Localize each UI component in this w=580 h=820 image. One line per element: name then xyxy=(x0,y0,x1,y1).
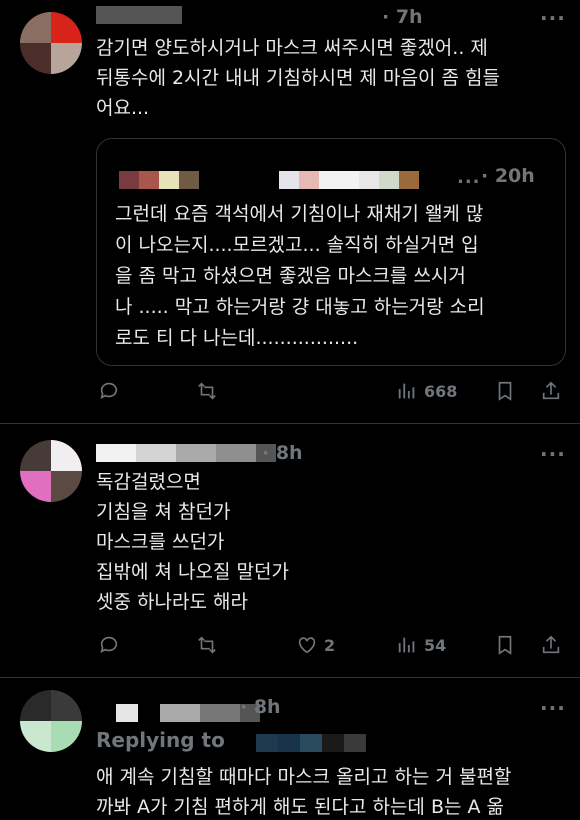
retweet-button[interactable] xyxy=(196,380,218,402)
quoted-more-icon[interactable]: ... xyxy=(457,167,481,188)
tweet-text: 독감걸렸으면 기침을 쳐 참던가 마스크를 쓰던가 집밖에 쳐 나오질 말던가 … xyxy=(96,471,289,613)
views-count: 668 xyxy=(424,381,458,401)
views-count: 54 xyxy=(424,635,447,655)
retweet-icon xyxy=(198,382,216,400)
share-icon xyxy=(542,381,560,400)
views-button[interactable]: 54 xyxy=(396,634,446,656)
share-icon xyxy=(542,635,560,654)
avatar[interactable] xyxy=(20,12,82,74)
views-button[interactable]: 668 xyxy=(396,380,457,402)
username-censored xyxy=(96,6,182,24)
quoted-tweet[interactable]: ... · 20h 그런데 요즘 객석에서 기침이나 재채기 왤케 많 이 나오… xyxy=(96,138,566,366)
tweet-3[interactable]: · 8h ··· Replying to 애 계속 기침할 때마다 마스크 올리… xyxy=(0,678,580,820)
timestamp[interactable]: · 8h xyxy=(262,442,303,464)
share-button[interactable] xyxy=(540,634,562,656)
tweet-actions: 668 xyxy=(96,378,568,406)
more-icon[interactable]: ··· xyxy=(540,696,566,720)
avatar[interactable] xyxy=(20,440,82,502)
bookmark-icon xyxy=(498,635,512,655)
username-censored xyxy=(116,704,260,722)
timestamp[interactable]: · 7h xyxy=(382,6,423,28)
reply-icon xyxy=(100,636,118,653)
reply-button[interactable] xyxy=(98,634,120,656)
more-icon[interactable]: ··· xyxy=(540,442,566,466)
like-count: 2 xyxy=(324,635,336,655)
share-button[interactable] xyxy=(540,380,562,402)
retweet-button[interactable] xyxy=(196,634,218,656)
tweet-1[interactable]: · 7h ··· 감기면 양도하시거나 마스크 써주시면 좋겠어.. 제 뒤통수… xyxy=(0,0,580,420)
more-icon[interactable]: ··· xyxy=(540,6,566,30)
retweet-icon xyxy=(198,636,216,654)
tweet-text: 애 계속 기침할 때마다 마스크 올리고 하는 거 불편할 까봐 A가 기침 편… xyxy=(96,766,512,818)
tweet-2[interactable]: · 8h ··· 독감걸렸으면 기침을 쳐 참던가 마스크를 쓰던가 집밖에 쳐… xyxy=(0,424,580,676)
tweet-text: 감기면 양도하시거나 마스크 써주시면 좋겠어.. 제 뒤통수에 2시간 내내 … xyxy=(96,37,500,119)
quoted-tweet-text: 그런데 요즘 객석에서 기침이나 재채기 왤케 많 이 나오는지....모르겠고… xyxy=(115,203,485,349)
bookmark-icon xyxy=(498,381,512,401)
replying-to-user-censored[interactable] xyxy=(256,734,366,752)
username-censored xyxy=(96,444,276,462)
quoted-timestamp[interactable]: · 20h xyxy=(481,165,535,187)
quoted-username-censored xyxy=(119,171,419,189)
views-icon xyxy=(398,637,415,653)
reply-button[interactable] xyxy=(98,380,120,402)
bookmark-button[interactable] xyxy=(494,380,516,402)
bookmark-button[interactable] xyxy=(494,634,516,656)
views-icon xyxy=(398,383,415,399)
reply-icon xyxy=(100,382,118,399)
tweet-actions: 2 54 xyxy=(96,632,568,660)
avatar[interactable] xyxy=(20,690,82,752)
like-button[interactable]: 2 xyxy=(296,634,335,656)
heart-icon xyxy=(298,637,316,654)
timestamp[interactable]: · 8h xyxy=(240,696,281,718)
replying-to-label: Replying to xyxy=(96,728,225,752)
